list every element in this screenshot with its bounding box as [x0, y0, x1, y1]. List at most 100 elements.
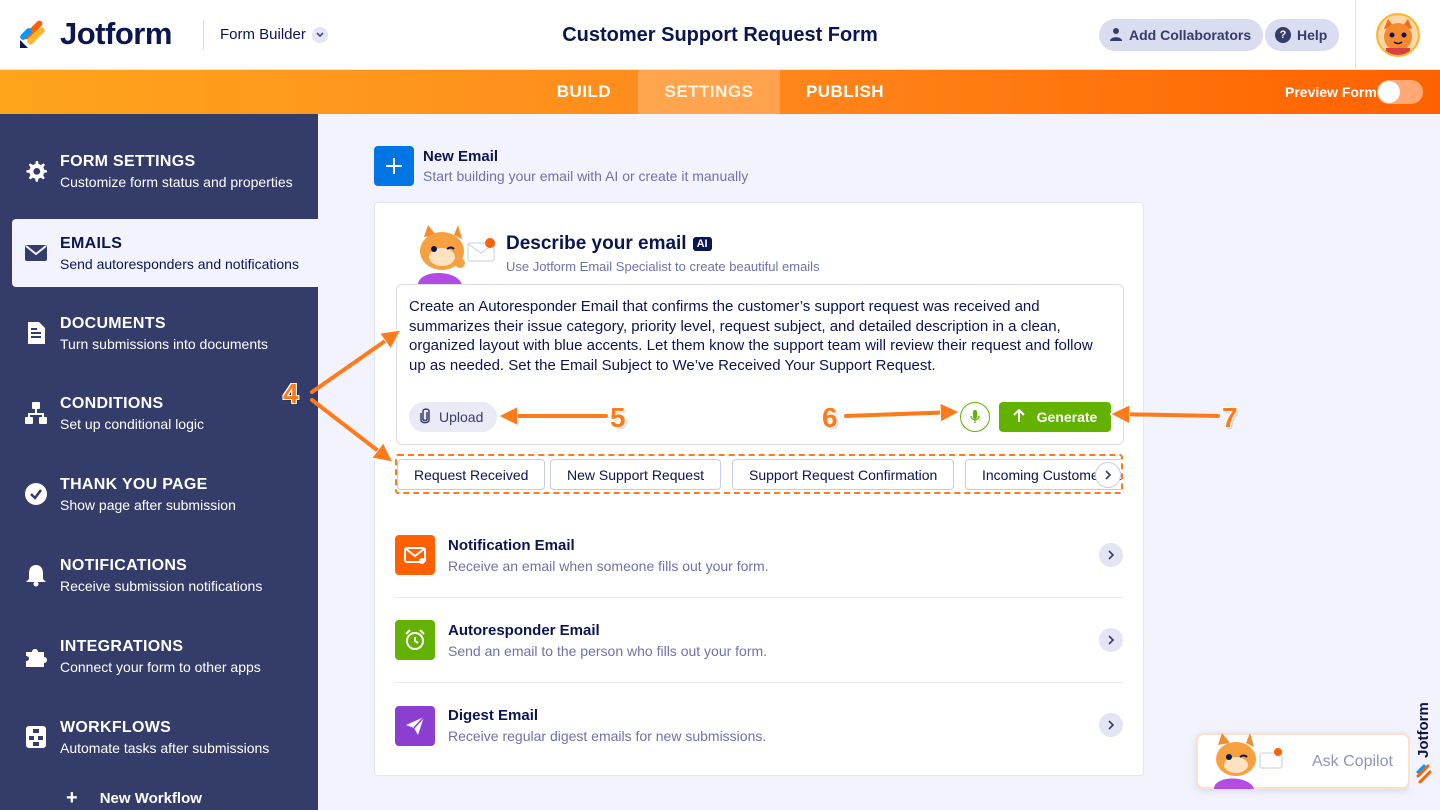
chevron-right-icon	[1099, 713, 1123, 737]
settings-sidebar: FORM SETTINGS Customize form status and p…	[0, 114, 318, 810]
email-option-title: Notification Email	[448, 536, 575, 554]
tab-build[interactable]: BUILD	[530, 70, 638, 114]
suggestion-chips: Request Received New Support Request Sup…	[395, 454, 1123, 494]
sidebar-item-subtitle: Connect your form to other apps	[60, 658, 261, 675]
sidebar-item-subtitle: Automate tasks after submissions	[60, 739, 270, 756]
paper-plane-icon	[395, 705, 435, 746]
sidebar-item-title: EMAILS	[60, 234, 123, 252]
tab-settings[interactable]: SETTINGS	[638, 70, 780, 114]
add-collaborators-button[interactable]: Add Collaborators	[1099, 19, 1264, 51]
microphone-icon	[970, 410, 980, 423]
alarm-clock-icon	[395, 620, 435, 660]
sidebar-item-subtitle: Send autoresponders and notifications	[60, 255, 299, 272]
logo-text: Jotform	[60, 16, 172, 51]
new-email-subtitle: Start building your email with AI or cre…	[423, 168, 749, 184]
upload-button[interactable]: Upload	[409, 402, 498, 432]
sidebar-item-form-settings[interactable]: FORM SETTINGS Customize form status and p…	[12, 137, 318, 205]
preview-form-toggle[interactable]	[1377, 80, 1423, 104]
ask-copilot-label: Ask Copilot	[1312, 753, 1393, 770]
email-prompt-textarea[interactable]: Create an Autoresponder Email that confi…	[396, 284, 1124, 445]
jotform-side-badge-icon: Jotform	[1410, 688, 1438, 788]
workflow-icon	[12, 725, 60, 749]
sidebar-item-workflows[interactable]: WORKFLOWS Automate tasks after submission…	[12, 703, 318, 771]
main-nav: BUILD SETTINGS PUBLISH Preview Form	[0, 70, 1440, 114]
chevron-right-icon	[1104, 470, 1111, 480]
describe-email-subtitle: Use Jotform Email Specialist to create b…	[506, 259, 820, 274]
digest-email-option[interactable]: Digest Email Receive regular digest emai…	[395, 683, 1123, 768]
plus-icon: +	[66, 787, 78, 809]
gear-icon	[12, 159, 60, 183]
sidebar-item-title: CONDITIONS	[60, 394, 164, 412]
sidebar-item-emails[interactable]: EMAILS Send autoresponders and notificati…	[12, 219, 318, 287]
ask-copilot-button[interactable]: Ask Copilot	[1196, 733, 1410, 789]
preview-form-label: Preview Form	[1285, 84, 1377, 100]
chevron-right-icon	[1099, 543, 1123, 567]
annotation-number: 5	[610, 402, 626, 433]
sidebar-item-integrations[interactable]: INTEGRATIONS Connect your form to other a…	[12, 622, 318, 690]
email-option-subtitle: Receive an email when someone fills out …	[448, 557, 769, 574]
autoresponder-email-option[interactable]: Autoresponder Email Send an email to the…	[395, 598, 1123, 683]
email-option-subtitle: Receive regular digest emails for new su…	[448, 728, 767, 744]
upload-label: Upload	[439, 409, 484, 425]
sidebar-item-title: NOTIFICATIONS	[60, 556, 188, 574]
email-builder-card: Describe your email AI Use Jotform Email…	[374, 202, 1144, 776]
arrow-up-icon	[1012, 408, 1025, 426]
check-circle-icon	[12, 482, 60, 506]
chips-next-button[interactable]	[1095, 462, 1121, 488]
new-workflow-label: New Workflow	[99, 789, 202, 807]
email-prompt-text[interactable]: Create an Autoresponder Email that confi…	[409, 297, 1109, 375]
user-icon	[1109, 27, 1123, 44]
describe-title-text: Describe your email	[506, 233, 687, 254]
form-builder-dropdown[interactable]: Form Builder	[220, 26, 328, 43]
email-option-title: Digest Email	[448, 707, 539, 724]
email-specialist-mascot-icon	[408, 225, 500, 285]
suggestion-chip[interactable]: Support Request Confirmation	[732, 459, 955, 490]
chevron-down-icon	[311, 26, 328, 43]
suggestion-chip[interactable]: New Support Request	[550, 459, 721, 490]
voice-input-button[interactable]	[960, 402, 990, 432]
paperclip-icon	[419, 407, 431, 427]
suggestion-chip[interactable]: Request Received	[397, 459, 546, 490]
top-bar: Jotform Form Builder Customer Support Re…	[0, 0, 1440, 70]
avatar[interactable]	[1376, 13, 1420, 57]
generate-button[interactable]: Generate	[999, 402, 1111, 432]
ai-badge: AI	[692, 237, 712, 251]
chevron-right-icon	[1099, 628, 1123, 652]
jotform-logo[interactable]: Jotform	[18, 16, 172, 52]
sidebar-item-conditions[interactable]: CONDITIONS Set up conditional logic	[12, 379, 318, 447]
sidebar-item-thank-you-page[interactable]: THANK YOU PAGE Show page after submission	[12, 460, 318, 528]
new-workflow-button[interactable]: + New Workflow	[66, 788, 202, 808]
new-email-title: New Email	[423, 148, 499, 165]
svg-text:Jotform: Jotform	[1415, 702, 1432, 758]
annotation-number: 6	[822, 402, 838, 433]
sidebar-item-subtitle: Show page after submission	[60, 496, 236, 513]
puzzle-icon	[12, 644, 60, 668]
sidebar-item-subtitle: Set up conditional logic	[60, 415, 204, 432]
sidebar-item-title: WORKFLOWS	[60, 718, 172, 736]
new-email-header: New Email Start building your email with…	[374, 146, 748, 186]
sidebar-item-subtitle: Turn submissions into documents	[60, 335, 269, 352]
generate-label: Generate	[1036, 409, 1098, 425]
notification-email-option[interactable]: Notification Email Receive an email when…	[395, 513, 1123, 598]
question-icon: ?	[1275, 27, 1291, 43]
envelope-icon	[12, 244, 60, 262]
sidebar-item-notifications[interactable]: NOTIFICATIONS Receive submission notifica…	[12, 541, 318, 609]
divider	[203, 20, 204, 50]
tab-publish[interactable]: PUBLISH	[780, 70, 910, 114]
document-icon	[12, 321, 60, 345]
help-button[interactable]: ? Help	[1265, 19, 1340, 51]
notification-envelope-icon	[395, 535, 435, 575]
toggle-knob	[1378, 81, 1400, 103]
sidebar-item-documents[interactable]: DOCUMENTS Turn submissions into documents	[12, 299, 318, 367]
copilot-mascot-icon	[1206, 731, 1286, 789]
email-option-title: Autoresponder Email	[448, 621, 600, 639]
new-email-plus-button[interactable]	[374, 146, 414, 186]
form-builder-label: Form Builder	[220, 26, 306, 43]
sidebar-item-subtitle: Receive submission notifications	[60, 577, 263, 594]
divider	[1355, 0, 1356, 70]
email-option-subtitle: Send an email to the person who fills ou…	[448, 642, 768, 659]
sidebar-item-title: THANK YOU PAGE	[60, 475, 208, 493]
help-label: Help	[1297, 27, 1328, 43]
bell-icon	[12, 563, 60, 587]
conditions-icon	[12, 401, 60, 425]
